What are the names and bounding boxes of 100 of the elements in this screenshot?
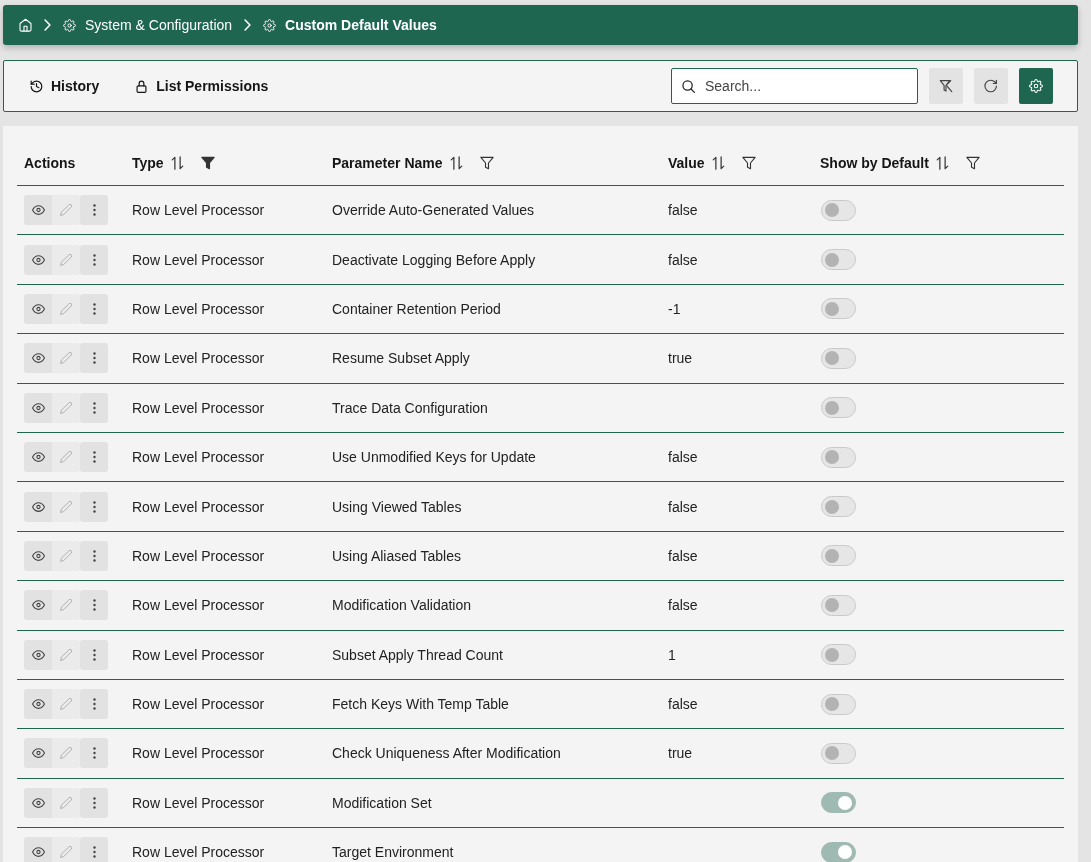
type-text: Row Level Processor [132,399,265,416]
type-text: Row Level Processor [132,794,265,811]
refresh-button[interactable] [974,68,1008,104]
gear-icon [63,18,76,32]
toggle-switch[interactable] [821,594,856,616]
kebab-menu-icon [92,500,96,513]
kebab-menu-icon [92,549,96,562]
parameter-name: Target Environment [332,844,454,861]
filter-icon[interactable] [741,155,756,170]
filter-icon[interactable] [200,155,215,170]
toggle-switch[interactable] [821,743,856,764]
more-button[interactable] [80,639,108,670]
view-button[interactable] [24,343,52,374]
pencil-icon [60,648,72,661]
more-button[interactable] [80,293,108,324]
more-button[interactable] [80,442,108,473]
parameter-value: true [668,350,693,367]
toggle-switch[interactable] [821,792,856,814]
parameter-name: Use Unmodified Keys for Update [332,449,536,466]
more-button[interactable] [80,590,108,621]
toggle-switch[interactable] [821,298,856,320]
search-field[interactable]: Search... [671,68,918,104]
sort-icon[interactable] [170,155,184,170]
kebab-menu-icon [92,352,96,365]
sort-icon[interactable] [711,155,725,170]
type-text: Row Level Processor [132,350,265,367]
sort-icon[interactable] [449,155,463,170]
parameter-value: false [668,251,698,268]
more-button[interactable] [80,787,108,818]
view-button[interactable] [24,195,52,226]
toggle-switch[interactable] [821,347,856,369]
parameter-value: false [668,449,698,466]
eye-icon [31,402,45,413]
column-header: Show by Default [820,154,929,171]
more-button[interactable] [80,837,108,862]
pencil-icon [60,599,72,612]
more-button[interactable] [80,244,108,275]
sort-icon[interactable] [935,155,949,170]
view-button[interactable] [24,787,52,818]
type-text: Row Level Processor [132,498,265,515]
pencil-icon [60,846,72,859]
toggle-switch[interactable] [821,446,856,468]
pencil-icon [60,302,72,315]
more-button[interactable] [80,392,108,423]
eye-icon [31,600,45,611]
toggle-switch[interactable] [821,397,856,419]
toggle-switch[interactable] [821,841,856,862]
settings-button[interactable] [1019,68,1053,104]
view-button[interactable] [24,738,52,769]
parameter-value: false [668,597,698,614]
view-button[interactable] [24,540,52,571]
home-icon[interactable] [19,18,32,32]
type-text: Row Level Processor [132,202,265,219]
view-button[interactable] [24,689,52,720]
toggle-switch[interactable] [821,249,856,271]
permissions-button[interactable]: List Permissions [125,72,279,100]
chevron-right-icon [244,19,252,31]
parameter-name: Subset Apply Thread Count [332,646,503,663]
kebab-menu-icon [92,747,96,760]
more-button[interactable] [80,491,108,522]
eye-icon [31,550,45,561]
more-button[interactable] [80,689,108,720]
clear-filter-button[interactable] [929,68,963,104]
pencil-icon [60,500,72,513]
pencil-icon [60,253,72,266]
more-button[interactable] [80,738,108,769]
toggle-switch[interactable] [821,545,856,567]
settings-icon [1029,79,1043,93]
view-button[interactable] [24,639,52,670]
parameter-value: 1 [668,646,676,663]
type-text: Row Level Processor [132,597,265,614]
view-button[interactable] [24,392,52,423]
view-button[interactable] [24,244,52,275]
toggle-switch[interactable] [821,496,856,518]
more-button[interactable] [80,343,108,374]
kebab-menu-icon [92,451,96,464]
current-page-title: Custom Default Values [263,17,437,33]
eye-icon [31,649,45,660]
kebab-menu-icon [92,599,96,612]
filter-icon[interactable] [965,155,980,170]
toggle-switch[interactable] [821,693,856,715]
view-button[interactable] [24,590,52,621]
eye-icon [31,699,45,710]
eye-icon [31,797,45,808]
filter-icon[interactable] [479,155,494,170]
toggle-switch[interactable] [821,644,856,666]
toggle-switch[interactable] [821,199,856,221]
parameter-name: Modification Validation [332,597,472,614]
history-button[interactable]: History [20,72,110,100]
view-button[interactable] [24,293,52,324]
more-button[interactable] [80,540,108,571]
view-button[interactable] [24,837,52,862]
chevron-right-icon [44,19,51,31]
type-text: Row Level Processor [132,251,265,268]
kebab-menu-icon [92,253,96,266]
view-button[interactable] [24,442,52,473]
eye-icon [31,501,45,512]
more-button[interactable] [80,195,108,226]
view-button[interactable] [24,491,52,522]
breadcrumb-link[interactable]: System & Configuration [63,17,233,33]
